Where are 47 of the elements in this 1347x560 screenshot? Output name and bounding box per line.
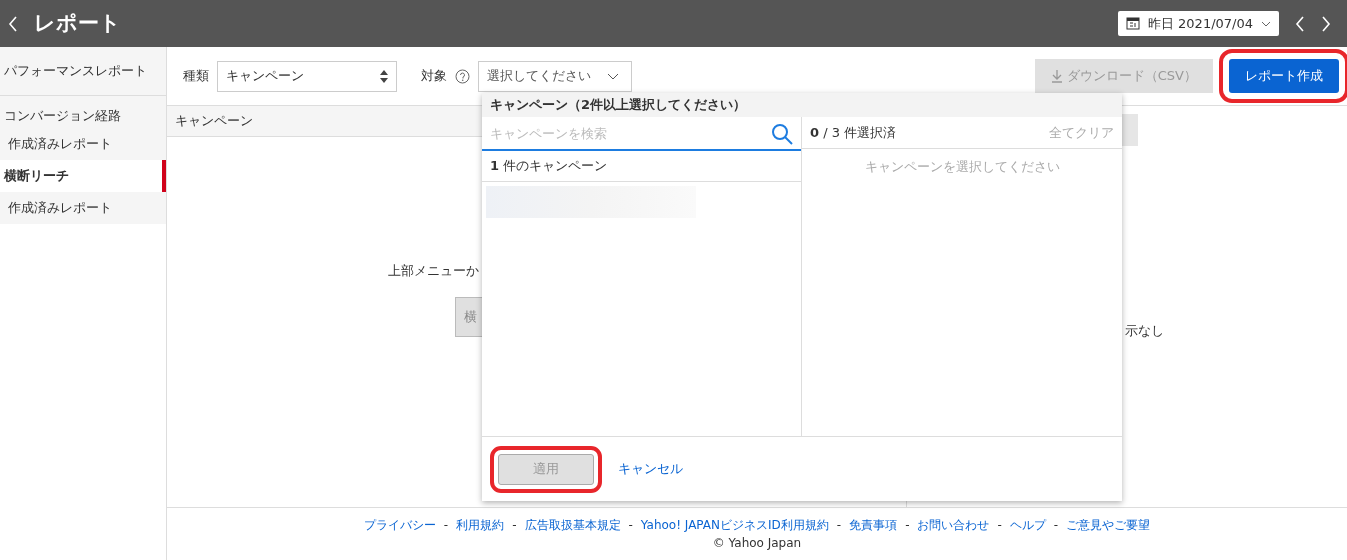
chevron-down-icon [607, 72, 619, 80]
help-icon[interactable] [455, 68, 470, 84]
panel-title: キャンペーン（2件以上選択してください） [482, 93, 1122, 117]
sidebar-item[interactable]: 横断リーチ [0, 160, 166, 192]
search-icon[interactable] [771, 123, 793, 145]
previous-icon[interactable] [1295, 15, 1305, 32]
page-title: レポート [34, 9, 121, 37]
target-label: 対象 [421, 67, 447, 86]
separator: - [443, 517, 449, 534]
result-count: 1 件のキャンペーン [482, 151, 801, 182]
type-select[interactable]: キャンペーン [217, 60, 397, 92]
footer-link[interactable]: プライバシー [363, 516, 436, 534]
sidebar-item[interactable]: 作成済みレポート [0, 192, 166, 224]
copyright-text: © Yahoo Japan [712, 535, 802, 552]
sidebar-item[interactable]: 作成済みレポート [0, 128, 166, 160]
separator: - [836, 517, 842, 534]
empty-message: キャンペーンを選択してください [863, 158, 1061, 176]
selected-count: 0 / 3 件選択済 [810, 123, 897, 142]
message-text: 上部メニューか [388, 262, 480, 280]
footer-link[interactable]: 利用規約 [456, 516, 505, 534]
separator: - [905, 517, 910, 534]
footer-link[interactable]: Yahoo! JAPANビジネスID利用規約 [640, 516, 829, 534]
separator: - [1053, 517, 1059, 534]
type-label: 種類 [183, 67, 209, 86]
column-header: キャンペーン [175, 112, 253, 131]
download-icon [1050, 69, 1063, 83]
separator: - [997, 517, 1002, 534]
separator: - [512, 517, 517, 534]
footer-link[interactable]: お問い合わせ [917, 516, 990, 534]
sidebar-item[interactable]: パフォーマンスレポート [0, 47, 166, 96]
back-icon[interactable] [8, 15, 18, 32]
footer-link[interactable]: ヘルプ [1009, 516, 1046, 534]
date-picker[interactable]: 昨日 2021/07/04 [1117, 11, 1279, 36]
target-dropdown[interactable]: 選択してください [478, 60, 632, 92]
date-text: 昨日 2021/07/04 [1147, 14, 1253, 33]
cancel-link[interactable]: キャンセル [618, 459, 683, 479]
sort-arrows-icon [380, 69, 388, 83]
footer-link[interactable]: 免責事項 [849, 516, 898, 534]
footer-link[interactable]: 広告取扱基本規定 [524, 516, 621, 534]
status-text: 示なし [1125, 322, 1165, 340]
footer-link[interactable]: ご意見やご要望 [1066, 516, 1151, 534]
calendar-icon [1125, 17, 1140, 30]
chevron-down-icon [1261, 20, 1271, 27]
separator: - [628, 517, 633, 534]
next-icon[interactable] [1321, 15, 1331, 32]
sidebar-item[interactable]: コンバージョン経路 [0, 96, 166, 128]
create-report-button[interactable]: レポート作成 [1229, 59, 1339, 93]
